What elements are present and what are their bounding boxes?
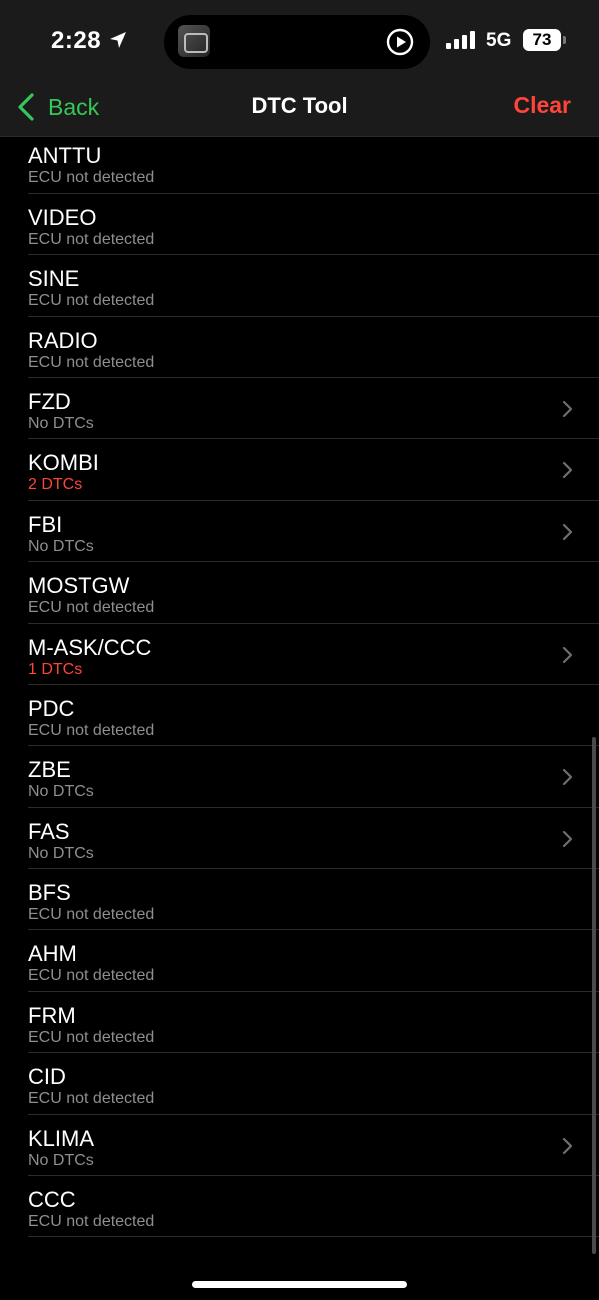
module-status: ECU not detected bbox=[28, 721, 155, 739]
status-bar: 2:28 5G 73 bbox=[0, 0, 599, 80]
dynamic-island[interactable] bbox=[164, 15, 430, 69]
list-item: RADIO ECU not detected bbox=[28, 317, 599, 378]
module-name: FBI bbox=[28, 511, 63, 537]
play-circle-icon[interactable] bbox=[386, 28, 414, 56]
list-item[interactable]: KLIMA No DTCs bbox=[28, 1115, 599, 1177]
module-name: FZD bbox=[28, 388, 71, 414]
now-playing-artwork bbox=[178, 25, 210, 57]
module-name: FAS bbox=[28, 818, 70, 844]
module-status: ECU not detected bbox=[28, 967, 155, 985]
battery-level: 73 bbox=[532, 30, 552, 49]
module-status: ECU not detected bbox=[28, 1090, 155, 1108]
location-arrow-icon bbox=[110, 32, 126, 48]
chevron-right-icon bbox=[562, 462, 573, 479]
list-item: ANTTU ECU not detected bbox=[28, 137, 599, 194]
module-status: ECU not detected bbox=[28, 906, 155, 924]
chevron-right-icon bbox=[562, 1137, 573, 1154]
list-item: FRM ECU not detected bbox=[28, 992, 599, 1054]
module-name: KOMBI bbox=[28, 450, 99, 476]
module-name: BFS bbox=[28, 880, 71, 906]
module-name: PDC bbox=[28, 695, 75, 721]
status-time: 2:28 bbox=[51, 27, 102, 54]
module-name: VIDEO bbox=[28, 204, 97, 230]
module-status: ECU not detected bbox=[28, 599, 155, 617]
module-name: RADIO bbox=[28, 327, 98, 353]
module-status: No DTCs bbox=[28, 414, 94, 432]
chevron-right-icon bbox=[562, 769, 573, 786]
module-name: M-ASK/CCC bbox=[28, 634, 152, 660]
module-status: ECU not detected bbox=[28, 353, 155, 371]
scroll-indicator bbox=[592, 737, 596, 1254]
list-item: SINE ECU not detected bbox=[28, 255, 599, 317]
list-item[interactable]: FZD No DTCs bbox=[28, 378, 599, 440]
list-item[interactable]: ZBE No DTCs bbox=[28, 746, 599, 808]
module-name: ANTTU bbox=[28, 143, 102, 169]
module-name: MOSTGW bbox=[28, 573, 130, 599]
chevron-right-icon bbox=[562, 400, 573, 418]
cellular-signal-icon bbox=[446, 31, 475, 49]
chevron-right-icon bbox=[562, 646, 573, 663]
list-item: CID ECU not detected bbox=[28, 1053, 599, 1115]
home-indicator[interactable] bbox=[192, 1281, 407, 1288]
module-name: ZBE bbox=[28, 757, 71, 783]
module-status: No DTCs bbox=[28, 1151, 94, 1169]
page-title: DTC Tool bbox=[251, 93, 348, 118]
module-name: CCC bbox=[28, 1187, 76, 1213]
chevron-right-icon bbox=[562, 523, 573, 540]
module-status: ECU not detected bbox=[28, 169, 155, 187]
chevron-right-icon bbox=[562, 830, 573, 847]
module-status: ECU not detected bbox=[28, 1028, 155, 1046]
module-status: No DTCs bbox=[28, 537, 94, 555]
navigation-bar: Back DTC Tool Clear bbox=[0, 80, 599, 137]
module-status: 2 DTCs bbox=[28, 476, 83, 494]
list-item: MOSTGW ECU not detected bbox=[28, 562, 599, 624]
list-item: AHM ECU not detected bbox=[28, 930, 599, 992]
list-item[interactable]: FBI No DTCs bbox=[28, 501, 599, 563]
network-type: 5G bbox=[486, 30, 512, 51]
battery-cap bbox=[563, 36, 566, 44]
list-item[interactable]: M-ASK/CCC 1 DTCs bbox=[28, 624, 599, 685]
module-status: No DTCs bbox=[28, 783, 94, 801]
list-item: VIDEO ECU not detected bbox=[28, 194, 599, 256]
list-item[interactable]: KOMBI 2 DTCs bbox=[28, 439, 599, 501]
list-item: PDC ECU not detected bbox=[28, 685, 599, 747]
module-status: ECU not detected bbox=[28, 1213, 155, 1231]
list-item: CCC ECU not detected bbox=[28, 1176, 599, 1238]
clear-button[interactable]: Clear bbox=[513, 92, 571, 119]
battery-icon: 73 bbox=[523, 29, 561, 51]
module-name: KLIMA bbox=[28, 1125, 95, 1151]
module-name: CID bbox=[28, 1064, 66, 1090]
module-status: ECU not detected bbox=[28, 230, 155, 248]
module-status: 1 DTCs bbox=[28, 660, 83, 678]
module-status: ECU not detected bbox=[28, 292, 155, 310]
list-item: BFS ECU not detected bbox=[28, 869, 599, 931]
module-name: AHM bbox=[28, 941, 77, 967]
module-name: SINE bbox=[28, 266, 80, 292]
list-item[interactable]: FAS No DTCs bbox=[28, 808, 599, 870]
module-list[interactable]: No DTCsANTTUECU not detectedVIDEOECU not… bbox=[0, 137, 599, 1267]
module-name: FRM bbox=[28, 1002, 76, 1028]
module-status: No DTCs bbox=[28, 844, 94, 862]
